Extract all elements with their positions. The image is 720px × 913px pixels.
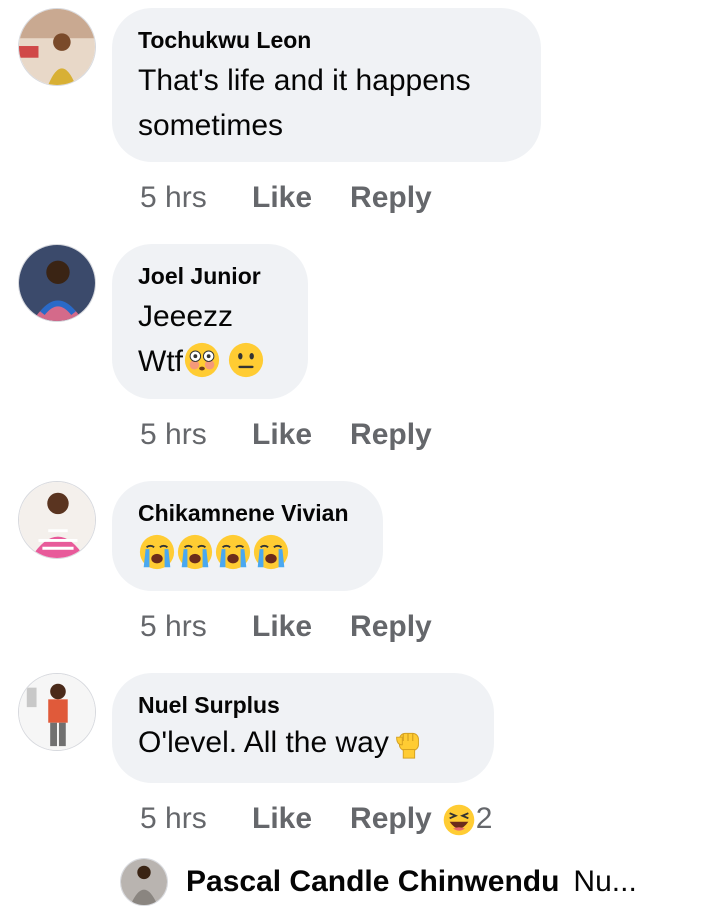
avatar[interactable]: [18, 8, 96, 86]
reply-button[interactable]: Reply: [350, 799, 432, 839]
reply-button[interactable]: Reply: [350, 178, 432, 218]
comment-actions: 5 hrs Like Reply 2: [140, 799, 492, 839]
comment-actions: 5 hrs Like Reply: [140, 178, 470, 218]
comment-text-line: sometimes: [138, 109, 284, 142]
like-button[interactable]: Like: [252, 607, 312, 647]
comment-text-line-with-emoji: Wtf: [138, 339, 282, 384]
comment-timestamp[interactable]: 5 hrs: [140, 178, 252, 218]
comment-bubble: Nuel Surplus O'level. All the way: [112, 673, 494, 783]
comment-actions: 5 hrs Like Reply: [140, 607, 470, 647]
comment-timestamp[interactable]: 5 hrs: [140, 799, 252, 839]
comment-author[interactable]: Nuel Surplus: [138, 691, 468, 719]
comment-actions: 5 hrs Like Reply: [140, 415, 470, 455]
comment-bubble: Joel Junior Jeeezz Wtf: [112, 244, 308, 399]
reply-button[interactable]: Reply: [350, 607, 432, 647]
comment-text: O'level. All the way: [138, 721, 468, 765]
comment-timestamp[interactable]: 5 hrs: [140, 415, 252, 455]
profile-photo-icon: [19, 9, 95, 85]
comment-bubble: Tochukwu Leon That's life and it happens…: [112, 8, 541, 162]
comment-text: That's life and it happens sometimes: [138, 58, 515, 148]
comment-text-line: That's life and it happens: [138, 64, 471, 97]
comment-author[interactable]: Joel Junior: [138, 262, 282, 290]
crying-face-emoji-icon: [252, 533, 290, 571]
comment-author[interactable]: Tochukwu Leon: [138, 26, 515, 54]
reaction-count: 2: [475, 802, 493, 835]
avatar[interactable]: [18, 244, 96, 322]
avatar[interactable]: [18, 673, 96, 751]
crying-face-emoji-icon: [176, 533, 214, 571]
like-button[interactable]: Like: [252, 415, 312, 455]
comment-timestamp[interactable]: 5 hrs: [140, 607, 252, 647]
profile-photo-icon: [121, 859, 167, 905]
neutral-face-emoji-icon: [227, 341, 265, 379]
comment-text-line: O'level. All the way: [138, 726, 389, 759]
reply-preview[interactable]: Pascal Candle Chinwendu Nu...: [120, 856, 637, 908]
profile-photo-icon: [19, 245, 95, 321]
comment-bubble: Chikamnene Vivian: [112, 481, 383, 591]
crying-face-emoji-icon: [214, 533, 252, 571]
comment-author[interactable]: Chikamnene Vivian: [138, 499, 357, 527]
reply-author[interactable]: Pascal Candle Chinwendu: [186, 865, 559, 899]
profile-photo-icon: [19, 674, 95, 750]
flushed-face-emoji-icon: [183, 341, 221, 379]
comment-text-line: Jeeezz: [138, 300, 234, 333]
crying-face-emoji-icon: [138, 533, 176, 571]
raised-fist-emoji-icon: [389, 722, 427, 760]
like-button[interactable]: Like: [252, 178, 312, 218]
reply-button[interactable]: Reply: [350, 415, 432, 455]
comment-text: Jeeezz Wtf: [138, 294, 282, 384]
laughing-reaction-icon: [442, 803, 476, 837]
avatar[interactable]: [120, 858, 168, 906]
reaction-summary[interactable]: 2: [442, 799, 493, 839]
comment-text-line: Wtf: [138, 345, 183, 378]
reply-snippet: Nu...: [573, 865, 637, 898]
like-button[interactable]: Like: [252, 799, 312, 839]
avatar[interactable]: [18, 481, 96, 559]
comment-text: [138, 533, 357, 574]
profile-photo-icon: [19, 482, 95, 558]
